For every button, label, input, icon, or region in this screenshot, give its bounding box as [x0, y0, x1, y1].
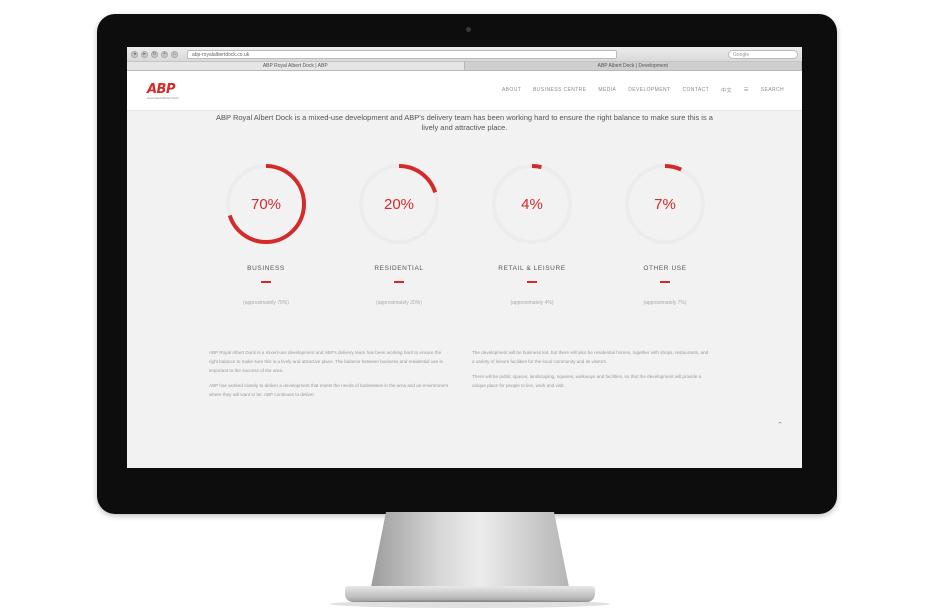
stat-value: 20% [384, 196, 414, 213]
stat-caption: (approximately 7%) [643, 300, 687, 306]
monitor-stand-neck [370, 512, 570, 592]
back-icon[interactable]: ◂ [131, 50, 138, 58]
nav-language[interactable]: 中文 [721, 87, 732, 94]
browser-search-field[interactable]: Google [728, 49, 798, 59]
stat-divider [527, 281, 537, 283]
new-tab-icon[interactable]: + [161, 50, 168, 58]
stat-other-use: 7% OTHER USE (approximately 7%) [605, 159, 725, 306]
menu-icon[interactable]: ☰ [744, 87, 749, 94]
site-header: ABP Associated British Ports ABOUT BUSIN… [127, 71, 802, 111]
browser-toolbar: ◂ ▸ ↻ + ⌂ abp-royalalbertdock.co.uk Goog… [127, 47, 802, 62]
main-nav: ABOUT BUSINESS CENTRE MEDIA DEVELOPMENT … [502, 87, 784, 94]
browser-tab-2[interactable]: ABP Albert Dock | Development [465, 62, 802, 70]
stat-label: RETAIL & LEISURE [498, 265, 566, 272]
stat-value: 4% [521, 196, 543, 213]
stat-divider [261, 281, 271, 283]
nav-contact[interactable]: CONTACT [682, 87, 709, 94]
stat-divider [660, 281, 670, 283]
browser-tab-bar: ABP Royal Albert Dock | ABP ABP Albert D… [127, 62, 802, 71]
photo-stage: ◂ ▸ ↻ + ⌂ abp-royalalbertdock.co.uk Goog… [0, 0, 944, 615]
nav-media[interactable]: MEDIA [598, 87, 616, 94]
stat-caption: (approximately 4%) [510, 300, 554, 306]
address-bar[interactable]: abp-royalalbertdock.co.uk [187, 49, 617, 59]
stat-value: 70% [251, 196, 281, 213]
stand-shadow [330, 600, 610, 608]
body-paragraph: ABP Royal Albert Dock is a mixed-use dev… [209, 350, 443, 373]
stat-label: OTHER USE [643, 265, 687, 272]
ring-chart: 20% [359, 164, 439, 244]
body-column-right: The development will be business led, bu… [472, 348, 712, 396]
intro-text: ABP Royal Albert Dock is a mixed-use dev… [216, 113, 713, 132]
stat-value: 7% [654, 196, 676, 213]
ring-chart: 4% [492, 164, 572, 244]
stat-label: RESIDENTIAL [374, 265, 424, 272]
stat-label: BUSINESS [247, 265, 285, 272]
stat-divider [394, 281, 404, 283]
forward-icon[interactable]: ▸ [141, 50, 148, 58]
abp-logo[interactable]: ABP Associated British Ports [147, 82, 179, 100]
nav-about[interactable]: ABOUT [502, 87, 521, 94]
stat-retail-leisure: 4% RETAIL & LEISURE (approximately 4%) [472, 159, 592, 306]
stat-business: 70% BUSINESS (approximately 70%) [206, 159, 326, 306]
body-column-left: ABP Royal Albert Dock is a mixed-use dev… [209, 348, 449, 405]
reload-icon[interactable]: ↻ [151, 50, 158, 58]
ring-chart: 70% [226, 164, 306, 244]
ring-chart: 7% [625, 164, 705, 244]
logo-tagline: Associated British Ports [147, 96, 179, 100]
body-paragraph: The development will be business led, bu… [472, 350, 709, 364]
nav-business-centre[interactable]: BUSINESS CENTRE [533, 87, 586, 94]
stat-caption: (approximately 20%) [376, 300, 422, 306]
body-paragraph: There will be public spaces, landscaping… [472, 374, 702, 388]
logo-wordmark: ABP [147, 82, 175, 97]
nav-development[interactable]: DEVELOPMENT [628, 87, 670, 94]
nav-search[interactable]: SEARCH [761, 87, 784, 94]
stat-caption: (approximately 70%) [243, 300, 289, 306]
home-icon[interactable]: ⌂ [171, 50, 178, 58]
screen: ◂ ▸ ↻ + ⌂ abp-royalalbertdock.co.uk Goog… [127, 47, 802, 468]
browser-tab-1[interactable]: ABP Royal Albert Dock | ABP [127, 62, 465, 70]
webcam-icon [466, 27, 471, 32]
scroll-to-top-icon[interactable]: ⌃ [777, 421, 783, 429]
body-paragraph: ABP has worked closely to deliver a deve… [209, 383, 448, 397]
stat-residential: 20% RESIDENTIAL (approximately 20%) [339, 159, 459, 306]
